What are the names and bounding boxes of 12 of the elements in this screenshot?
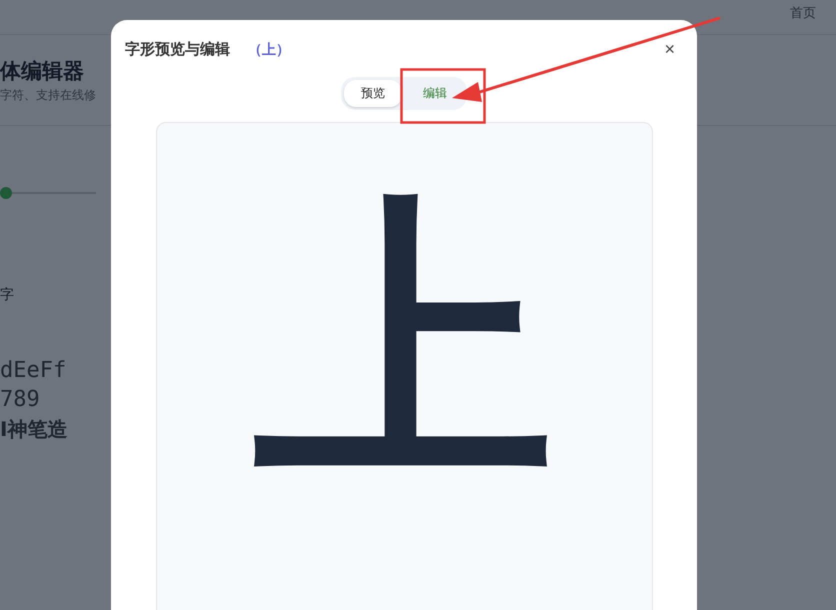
sample-text: dEeFf xyxy=(0,358,66,383)
tab[interactable]: 预览 xyxy=(344,80,402,107)
glyph-preview: 上 xyxy=(254,193,554,493)
sample-text: 789 xyxy=(0,387,40,412)
dialog-title: 字形预览与编辑 xyxy=(125,40,230,59)
page-subtitle: 字符、支持在线修 xyxy=(0,87,96,104)
close-button[interactable]: × xyxy=(664,39,675,60)
tab[interactable]: 编辑 xyxy=(406,80,464,107)
glyph-label: （上） xyxy=(248,40,290,58)
slider-thumb[interactable] xyxy=(0,187,12,199)
sample-label: 字 xyxy=(0,286,14,304)
sample-text: I神笔造 xyxy=(0,416,68,443)
